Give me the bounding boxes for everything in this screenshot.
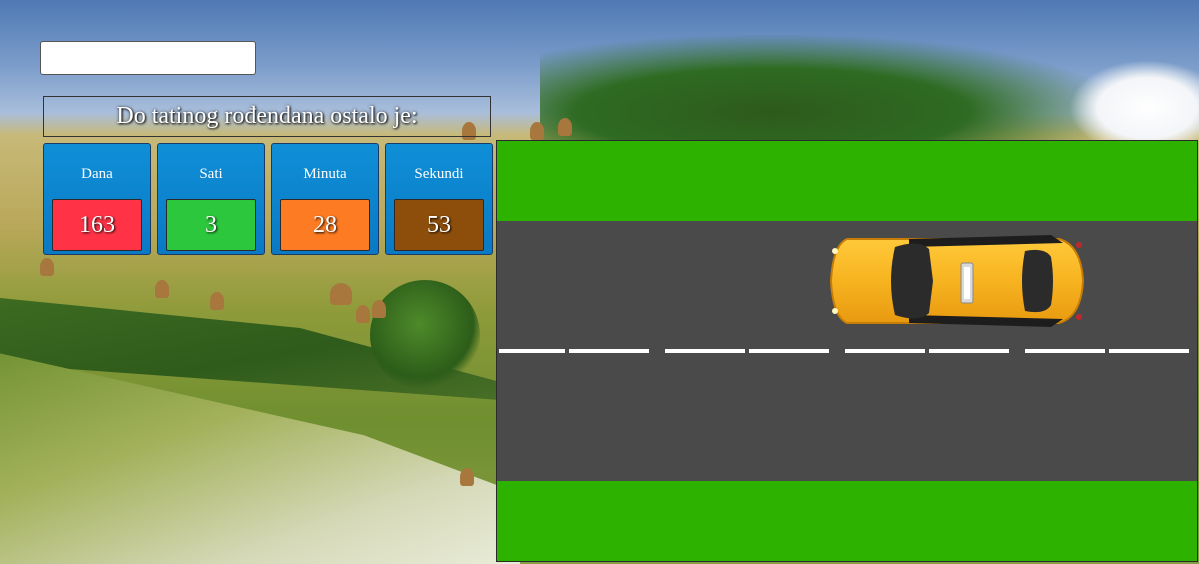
counter-value: 3 — [166, 199, 256, 251]
lane-marking — [1109, 349, 1189, 353]
lane-marking — [929, 349, 1009, 353]
counter-value: 28 — [280, 199, 370, 251]
haystack — [210, 292, 224, 310]
lane-marking — [569, 349, 649, 353]
lane-marking — [1025, 349, 1105, 353]
haystack — [460, 468, 474, 486]
haystack — [558, 118, 572, 136]
haystack — [330, 283, 352, 305]
lane-marking — [665, 349, 745, 353]
counter-days: Dana 163 — [43, 143, 151, 255]
taxi-car-icon — [829, 235, 1085, 327]
counter-label: Sekundi — [414, 166, 464, 182]
haystack — [40, 258, 54, 276]
name-input[interactable] — [40, 41, 256, 75]
forest-hill — [540, 35, 1120, 145]
tree — [370, 280, 480, 390]
lane-marking — [499, 349, 565, 353]
lane-marking — [845, 349, 925, 353]
grass-bottom — [497, 481, 1197, 561]
counter-minutes: Minuta 28 — [271, 143, 379, 255]
counter-value: 163 — [52, 199, 142, 251]
counter-value: 53 — [394, 199, 484, 251]
cloud — [1069, 60, 1199, 140]
lane-marking — [749, 349, 829, 353]
countdown-heading: Do tatinog rođendana ostalo je: — [43, 96, 491, 137]
counter-label: Dana — [81, 166, 113, 182]
haystack — [372, 300, 386, 318]
road-game-area[interactable] — [496, 140, 1198, 562]
haystack — [356, 305, 370, 323]
haystack — [530, 122, 544, 140]
grass-top — [497, 141, 1197, 221]
counter-hours: Sati 3 — [157, 143, 265, 255]
countdown-heading-text: Do tatinog rođendana ostalo je: — [116, 103, 418, 129]
counter-label: Sati — [199, 166, 223, 182]
counter-label: Minuta — [303, 166, 347, 182]
counter-seconds: Sekundi 53 — [385, 143, 493, 255]
haystack — [155, 280, 169, 298]
